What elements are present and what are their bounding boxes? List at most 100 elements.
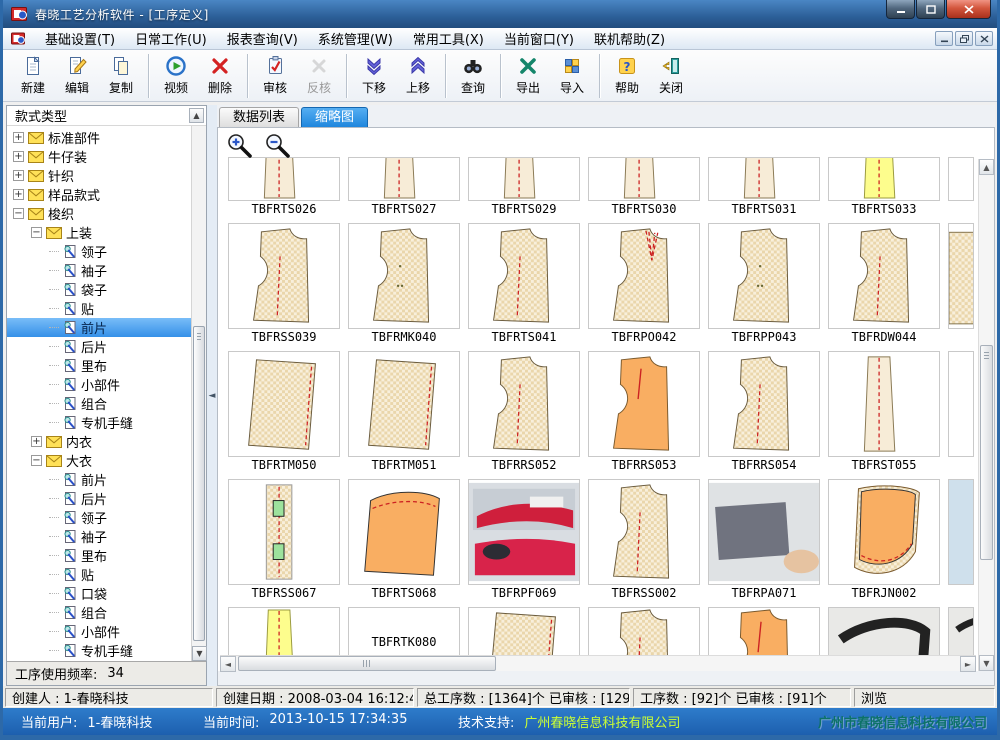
vertical-scrollbar[interactable]: ▲ ▼ <box>978 159 994 671</box>
tree-scrollbar[interactable]: ▼ <box>191 126 206 661</box>
toolbar-button-上移[interactable]: 上移 <box>397 53 439 99</box>
toolbar-button-下移[interactable]: 下移 <box>353 53 395 99</box>
tree-item-后片[interactable]: 后片 <box>7 337 191 356</box>
toolbar-button-复制[interactable]: 复制 <box>100 53 142 99</box>
thumbnail-image[interactable] <box>228 351 340 457</box>
tree-item-里布[interactable]: 里布 <box>7 546 191 565</box>
tree-item-袖子[interactable]: 袖子 <box>7 527 191 546</box>
toolbar-button-审核[interactable]: 审核 <box>254 53 296 99</box>
thumbnail-image[interactable] <box>468 157 580 201</box>
tree-item-前片[interactable]: 前片 <box>7 318 191 337</box>
thumbnail-TBFRTS029[interactable]: TBFRTS029 <box>468 157 580 217</box>
tree-item-贴[interactable]: 贴 <box>7 565 191 584</box>
thumbnail-TBFRSS067[interactable]: TBFRSS067 <box>228 479 340 601</box>
vertical-scrollbar-thumb[interactable] <box>980 345 993 560</box>
thumbnail-TBFRTS026[interactable]: TBFRTS026 <box>228 157 340 217</box>
tree-item-贴[interactable]: 贴 <box>7 299 191 318</box>
scroll-left-button[interactable]: ◄ <box>220 656 236 672</box>
tree-item-上装[interactable]: −上装 <box>7 223 191 242</box>
thumbnail-TBFRRS054[interactable]: TBFRRS054 <box>708 351 820 473</box>
tree-item-大衣[interactable]: −大衣 <box>7 451 191 470</box>
toolbar-button-查询[interactable]: 查询 <box>452 53 494 99</box>
menu-item-系统管理(W)[interactable]: 系统管理(W) <box>308 28 403 49</box>
tree-item-样品款式[interactable]: +样品款式 <box>7 185 191 204</box>
thumbnail-TBFRPO042[interactable]: TBFRPO042 <box>588 223 700 345</box>
scroll-down-button[interactable]: ▼ <box>979 655 994 671</box>
thumbnail-TBFRSS039[interactable]: TBFRSS039 <box>228 223 340 345</box>
thumbnail-image[interactable] <box>828 157 940 201</box>
toolbar-button-关闭[interactable]: 关闭 <box>650 53 692 99</box>
mdi-restore-button[interactable] <box>955 31 973 46</box>
thumbnail-image[interactable] <box>468 223 580 329</box>
thumbnail-TBFRMK040[interactable]: TBFRMK040 <box>348 223 460 345</box>
tree-item-标准部件[interactable]: +标准部件 <box>7 128 191 147</box>
thumbnail-TBFRTM051[interactable]: TBFRTM051 <box>348 351 460 473</box>
thumbnail-TBFRTS027[interactable]: TBFRTS027 <box>348 157 460 217</box>
window-minimize-button[interactable] <box>886 0 915 19</box>
expand-box-icon[interactable]: + <box>13 132 24 143</box>
menu-item-报表查询(V)[interactable]: 报表查询(V) <box>217 28 308 49</box>
tree-item-专机手缝[interactable]: 专机手缝 <box>7 641 191 660</box>
tree-item-内衣[interactable]: +内衣 <box>7 432 191 451</box>
thumbnail-image[interactable] <box>708 157 820 201</box>
menu-item-日常工作(U)[interactable]: 日常工作(U) <box>125 28 217 49</box>
toolbar-button-编辑[interactable]: 编辑 <box>56 53 98 99</box>
thumbnail-image[interactable] <box>828 223 940 329</box>
thumbnail-TBFRPP043[interactable]: TBFRPP043 <box>708 223 820 345</box>
tree-item-小部件[interactable]: 小部件 <box>7 375 191 394</box>
thumbnail-image[interactable] <box>228 223 340 329</box>
tree-item-口袋[interactable]: 口袋 <box>7 584 191 603</box>
tree-item-前片[interactable]: 前片 <box>7 470 191 489</box>
expand-box-icon[interactable]: + <box>31 436 42 447</box>
thumbnail-TBFRTM050[interactable]: TBFRTM050 <box>228 351 340 473</box>
menu-item-常用工具(X)[interactable]: 常用工具(X) <box>403 28 494 49</box>
thumbnail-image[interactable] <box>348 157 460 201</box>
toolbar-button-视频[interactable]: 视频 <box>155 53 197 99</box>
thumbnail-TBFRTS030[interactable]: TBFRTS030 <box>588 157 700 217</box>
thumbnail-TBFRST055[interactable]: TBFRST055 <box>828 351 940 473</box>
thumbnail-image[interactable] <box>708 479 820 585</box>
tree-item-袖子[interactable]: 袖子 <box>7 261 191 280</box>
toolbar-button-导入[interactable]: 导入 <box>551 53 593 99</box>
thumbnail-image[interactable] <box>588 157 700 201</box>
tree-item-里布[interactable]: 里布 <box>7 356 191 375</box>
thumbnail-image[interactable] <box>348 351 460 457</box>
tree-item-领子[interactable]: 领子 <box>7 242 191 261</box>
thumbnail-image[interactable] <box>708 351 820 457</box>
horizontal-scrollbar[interactable]: ◄ ► <box>220 655 976 671</box>
expand-box-icon[interactable]: + <box>13 151 24 162</box>
thumbnail-TBFRTS041[interactable]: TBFRTS041 <box>468 223 580 345</box>
zoom-in-button[interactable] <box>226 132 254 160</box>
tree-item-梭织[interactable]: −梭织 <box>7 204 191 223</box>
menu-item-当前窗口(Y)[interactable]: 当前窗口(Y) <box>494 28 584 49</box>
thumbnail-image[interactable] <box>588 223 700 329</box>
thumbnail-TBFRTS031[interactable]: TBFRTS031 <box>708 157 820 217</box>
toolbar-button-删除[interactable]: 删除 <box>199 53 241 99</box>
thumbnail-TBFRRS052[interactable]: TBFRRS052 <box>468 351 580 473</box>
thumbnail-TBFRTS033[interactable]: TBFRTS033 <box>828 157 940 217</box>
zoom-out-button[interactable] <box>264 132 292 160</box>
thumbnail-image[interactable] <box>468 479 580 585</box>
toolbar-button-新建[interactable]: 新建 <box>12 53 54 99</box>
thumbnail-TBFRJN002[interactable]: TBFRJN002 <box>828 479 940 601</box>
collapse-box-icon[interactable]: − <box>31 455 42 466</box>
thumbnail-image[interactable] <box>348 223 460 329</box>
mdi-close-button[interactable] <box>975 31 993 46</box>
horizontal-scrollbar-thumb[interactable] <box>238 656 496 671</box>
tree-item-牛仔装[interactable]: +牛仔装 <box>7 147 191 166</box>
thumbnail-image[interactable] <box>228 157 340 201</box>
thumbnail-image[interactable] <box>588 351 700 457</box>
window-maximize-button[interactable] <box>916 0 945 19</box>
thumbnail-TBFRRS053[interactable]: TBFRRS053 <box>588 351 700 473</box>
thumbnail-image[interactable] <box>828 479 940 585</box>
tree-item-后片[interactable]: 后片 <box>7 489 191 508</box>
splitter[interactable]: ◄ <box>207 105 217 686</box>
mdi-minimize-button[interactable] <box>935 31 953 46</box>
tree-item-领子[interactable]: 领子 <box>7 508 191 527</box>
tree-item-袋子[interactable]: 袋子 <box>7 280 191 299</box>
thumbnail-image[interactable] <box>468 351 580 457</box>
thumbnail-image[interactable] <box>708 223 820 329</box>
menu-item-基础设置(T)[interactable]: 基础设置(T) <box>35 28 125 49</box>
tree-scroll-up-button[interactable]: ▲ <box>189 108 204 123</box>
thumbnail-image[interactable] <box>348 479 460 585</box>
